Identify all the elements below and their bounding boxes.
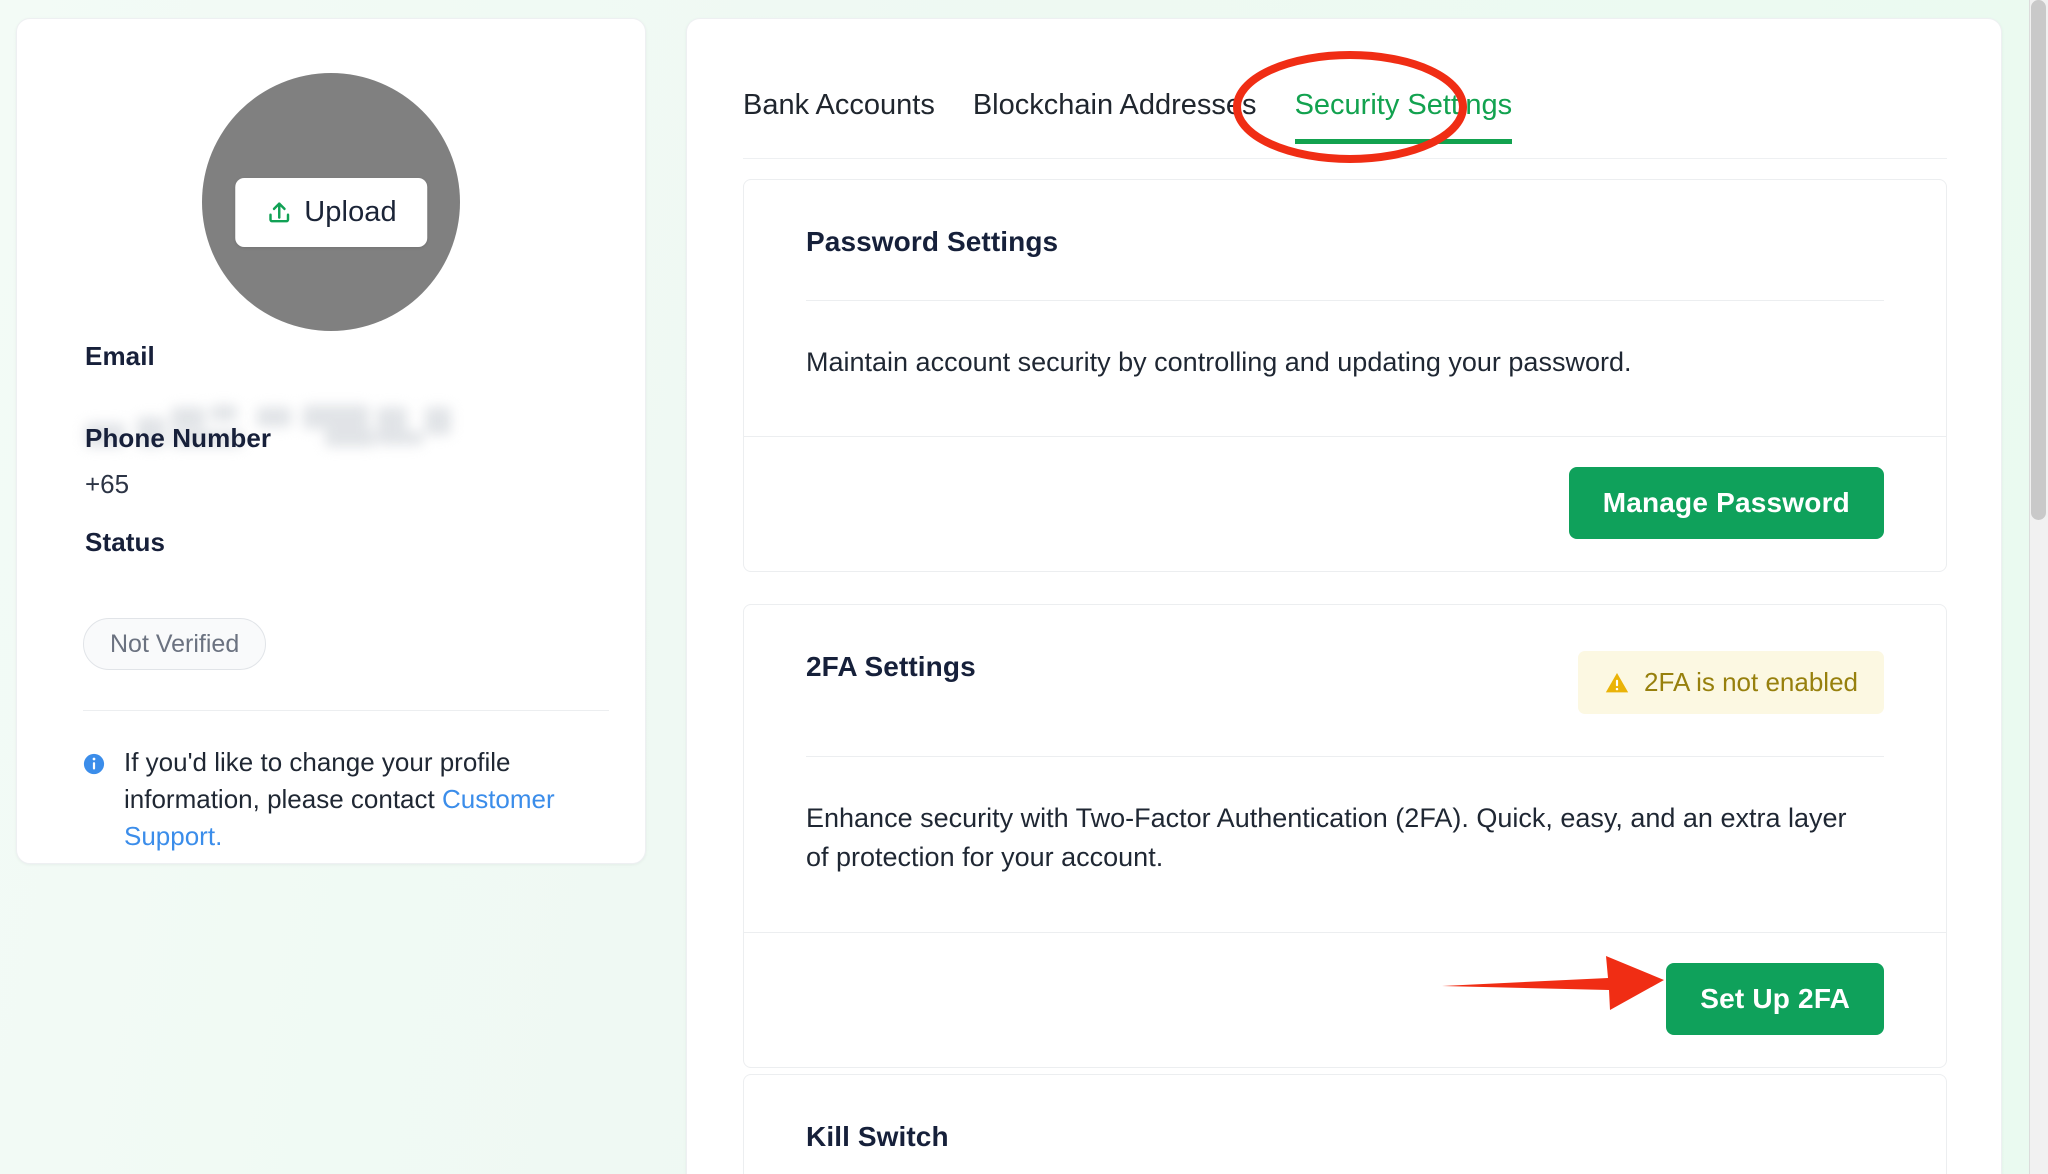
scrollbar-thumb[interactable] — [2031, 0, 2046, 520]
info-circle-icon — [83, 753, 105, 775]
setup-2fa-button[interactable]: Set Up 2FA — [1666, 962, 1884, 1035]
kill-switch-body: Kill Switch — [744, 1075, 1946, 1174]
status-badge-label: Not Verified — [110, 629, 240, 658]
profile-divider — [83, 710, 609, 711]
twofa-settings-card: 2FA Settings 2FA is not enabled Enhance … — [743, 604, 1947, 1068]
info-note-text: If you'd like to change your profile inf… — [124, 744, 603, 855]
password-settings-head: Password Settings — [806, 226, 1884, 258]
status-badge: Not Verified — [83, 618, 267, 670]
upload-icon — [265, 199, 293, 227]
twofa-settings-head: 2FA Settings 2FA is not enabled — [806, 651, 1884, 714]
warning-triangle-icon — [1604, 670, 1630, 696]
password-settings-description: Maintain account security by controlling… — [806, 347, 1632, 377]
upload-avatar-button[interactable]: Upload — [235, 178, 427, 247]
password-settings-rule — [806, 300, 1884, 301]
twofa-settings-title: 2FA Settings — [806, 651, 976, 682]
twofa-status-badge: 2FA is not enabled — [1578, 651, 1884, 714]
password-settings-body: Password Settings Maintain account secur… — [744, 180, 1946, 436]
tab-bank-accounts[interactable]: Bank Accounts — [743, 89, 935, 144]
kill-switch-card: Kill Switch — [743, 1074, 1947, 1174]
manage-password-button[interactable]: Manage Password — [1568, 467, 1884, 540]
kill-switch-title: Kill Switch — [806, 1121, 949, 1152]
twofa-settings-description: Enhance security with Two‑Factor Authent… — [806, 803, 1847, 873]
app-window: Upload Email Phone Number +65 Status Not… — [0, 0, 2048, 1174]
main-panel: Bank Accounts Blockchain Addresses Secur… — [686, 18, 2002, 1174]
twofa-settings-footer: Set Up 2FA — [744, 931, 1946, 1067]
tab-blockchain-addresses[interactable]: Blockchain Addresses — [973, 89, 1257, 144]
profile-info-note: If you'd like to change your profile inf… — [83, 744, 603, 855]
vertical-scrollbar[interactable] — [2029, 0, 2048, 1174]
twofa-settings-body: 2FA Settings 2FA is not enabled Enhance … — [744, 605, 1946, 932]
email-label: Email — [85, 341, 155, 371]
tabs-bar: Bank Accounts Blockchain Addresses Secur… — [743, 89, 1512, 144]
profile-card: Upload Email Phone Number +65 Status Not… — [16, 18, 646, 864]
twofa-settings-rule — [806, 756, 1884, 757]
password-settings-title: Password Settings — [806, 226, 1059, 257]
tabs-underline-rule — [743, 158, 1947, 159]
status-label: Status — [85, 527, 166, 557]
phone-value: +65 — [85, 469, 130, 499]
password-settings-card: Password Settings Maintain account secur… — [743, 179, 1947, 573]
password-settings-footer: Manage Password — [744, 436, 1946, 571]
upload-button-label: Upload — [304, 196, 397, 228]
kill-switch-head: Kill Switch — [806, 1121, 1884, 1153]
phone-label: Phone Number — [85, 423, 272, 453]
twofa-status-badge-label: 2FA is not enabled — [1644, 667, 1858, 697]
tab-security-settings[interactable]: Security Settings — [1294, 89, 1512, 144]
